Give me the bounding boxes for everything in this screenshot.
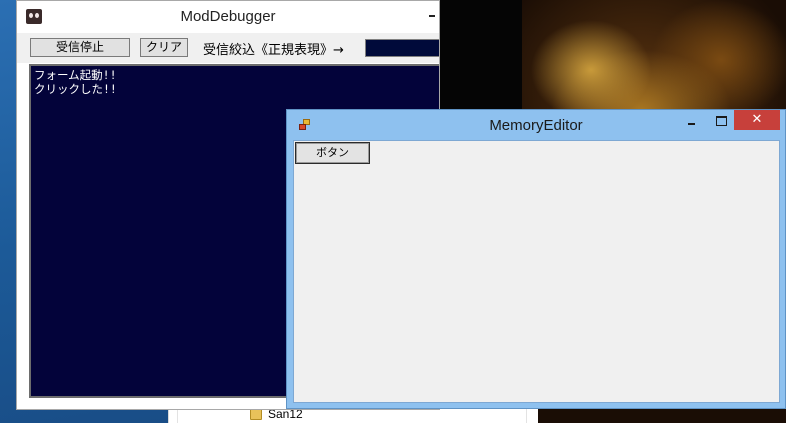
filter-label: 受信絞込《正規表現》→ (203, 43, 344, 58)
memory-editor-client-area: ボタン (293, 140, 780, 403)
memory-editor-window: MemoryEditor ✕ ボタン (286, 109, 786, 409)
close-icon[interactable]: ✕ (734, 110, 780, 130)
mod-debugger-toolbar: 受信停止 クリア 受信絞込《正規表現》→ (17, 33, 439, 63)
filter-input[interactable] (365, 39, 439, 57)
memory-editor-titlebar[interactable]: MemoryEditor ✕ (287, 110, 785, 140)
log-line: フォーム起動!! (34, 68, 117, 82)
clear-button[interactable]: クリア (140, 38, 188, 57)
mod-debugger-titlebar[interactable]: ModDebugger (17, 1, 439, 33)
memory-editor-button[interactable]: ボタン (295, 142, 370, 164)
stop-receive-button[interactable]: 受信停止 (30, 38, 130, 57)
maximize-icon[interactable] (709, 113, 731, 129)
minimize-icon[interactable] (429, 15, 435, 17)
mod-debugger-title: ModDebugger (180, 8, 276, 25)
minimize-icon[interactable] (679, 113, 703, 129)
folder-icon (250, 409, 262, 420)
background-dark-window (440, 0, 522, 110)
log-line: クリックした!! (34, 82, 117, 96)
